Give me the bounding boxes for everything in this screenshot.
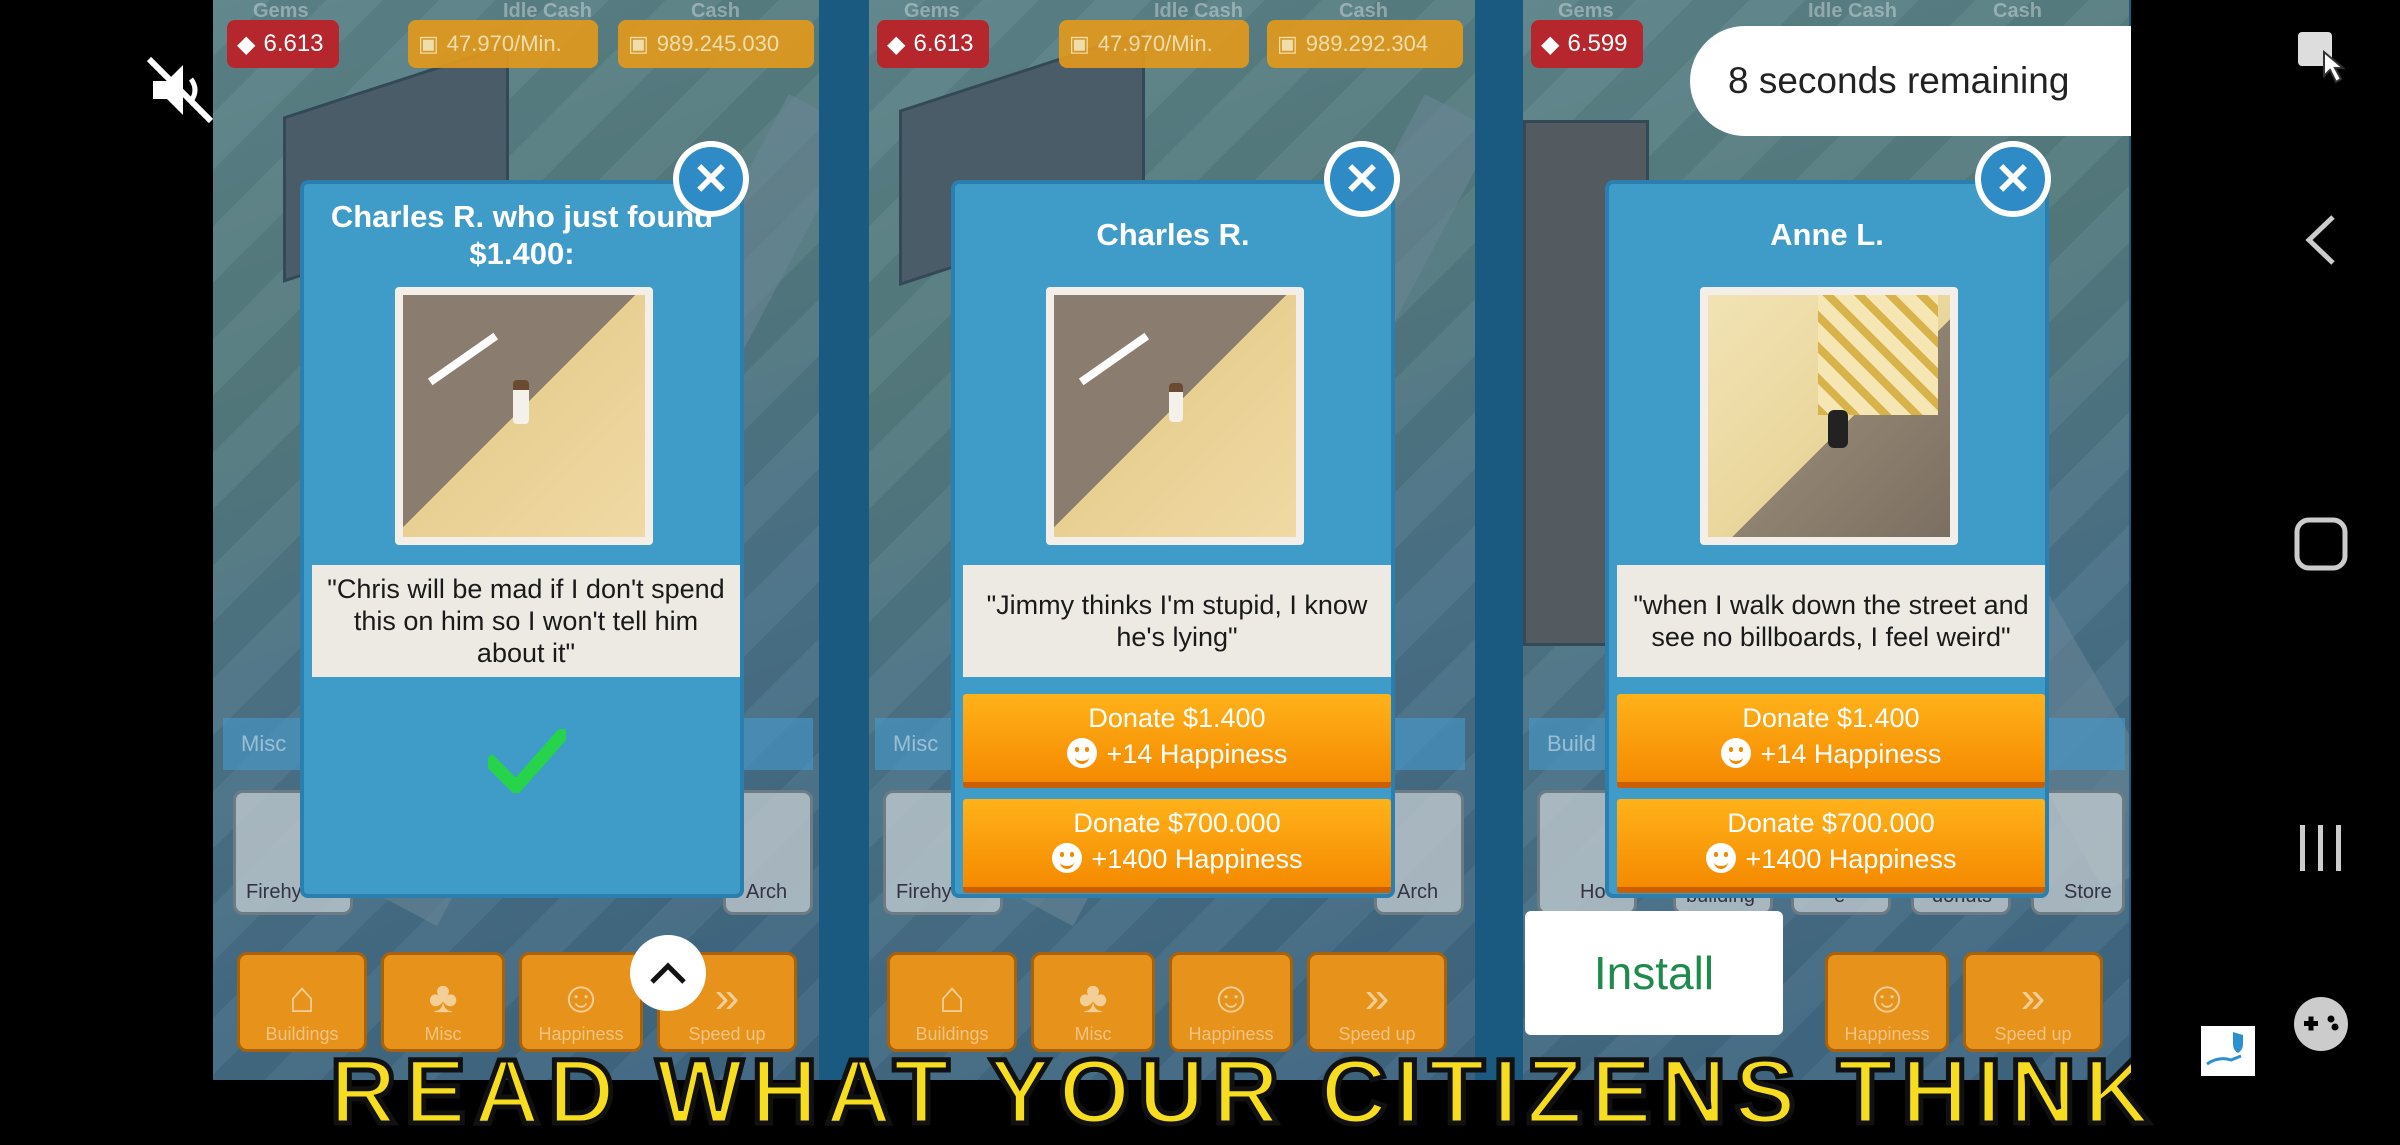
citizen-dialog: Anne L. "when I walk down the street and… [1605,180,2049,898]
citizen-quote: "Chris will be mad if I don't spend this… [312,565,740,677]
panel-divider [819,0,869,1080]
ad-headline: READ WHAT YOUR CITIZENS THINK [328,1039,2159,1145]
system-nav-rail [2131,0,2400,1080]
nav-happiness[interactable]: ☺ Happiness [1825,952,1949,1052]
dialog-title: Charles R. [1096,217,1250,252]
nav-misc[interactable]: ♣ Misc [1031,952,1155,1052]
muted-speaker-icon[interactable] [145,55,215,125]
nav-speed-up[interactable]: » Speed up [1963,952,2103,1052]
citizen-quote: "Jimmy thinks I'm stupid, I know he's ly… [963,565,1391,677]
dialog-title: Anne L. [1770,217,1884,252]
smiley-icon: ☺ [558,973,604,1022]
house-icon: ⌂ [288,973,316,1022]
gem-icon: ◆ [887,30,906,58]
countdown-text: 8 seconds remaining [1728,60,2070,101]
back-icon[interactable] [2291,210,2351,270]
close-x-icon: ✕ [1330,147,1394,211]
tree-icon: ♣ [428,973,458,1022]
idle-cash-label: Idle Cash [1808,0,1897,22]
smiley-icon [1720,738,1751,768]
dialog-title: Charles R. who just found $1.400: [330,199,714,271]
panel-divider [1475,0,1523,1080]
smiley-icon [1705,843,1736,873]
nav-happiness[interactable]: ☺ Happiness [519,952,643,1052]
fast-forward-icon: » [714,973,740,1022]
close-x-icon: ✕ [679,147,743,211]
smiley-icon: ☺ [1208,973,1254,1022]
expand-button[interactable] [630,935,706,1011]
tree-icon: ♣ [1078,973,1108,1022]
gem-icon: ◆ [1541,30,1560,58]
gems-counter: ◆ 6.613 [227,20,339,68]
game-panel-2: Gems Idle Cash Cash ◆ 6.613 ▣ 47.970/Min. … [869,0,1475,1080]
nav-speed-up[interactable]: » Speed up [1307,952,1447,1052]
idle-cash-counter: ▣ 47.970/Min. [1059,20,1249,68]
fast-forward-icon: » [2020,973,2046,1022]
citizen-dialog: Charles R. "Jimmy thinks I'm stupid, I k… [951,180,1395,898]
install-button[interactable]: Install [1525,911,1783,1035]
citizen-photo [395,287,653,545]
checkmark-icon [482,725,572,798]
recents-icon[interactable] [2291,818,2351,878]
nav-misc[interactable]: ♣ Misc [381,952,505,1052]
donate-small-button[interactable]: Donate $1.400 +14 Happiness [963,694,1391,788]
house-icon: ⌂ [938,973,966,1022]
close-x-icon: ✕ [1981,147,2045,211]
citizen-dialog: Charles R. who just found $1.400: "Chris… [300,180,744,898]
fast-forward-icon: » [1364,973,1390,1022]
cash-counter: ▣ 989.292.304 [1267,20,1463,68]
cash-icon: ▣ [1069,31,1090,56]
protection-icon [2201,1026,2255,1076]
donate-small-button[interactable]: Donate $1.400 +14 Happiness [1617,694,2045,788]
chevron-up-icon [650,962,686,984]
smiley-icon [1066,738,1097,768]
nav-buildings[interactable]: ⌂ Buildings [887,952,1017,1052]
cash-label: Cash [1993,0,2042,22]
game-controller-icon[interactable] [2289,992,2353,1056]
game-panel-1: Gems Idle Cash Cash ◆ 6.613 ▣ 47.970/Min. … [213,0,819,1080]
cash-icon: ▣ [628,31,649,56]
gem-icon: ◆ [237,30,256,58]
ad-video: Gems Idle Cash Cash ◆ 6.613 ▣ 47.970/Min. … [213,0,2131,1080]
citizen-quote: "when I walk down the street and see no … [1617,565,2045,677]
nav-happiness[interactable]: ☺ Happiness [1169,952,1293,1052]
cash-icon: ▣ [1277,31,1298,56]
cash-counter: ▣ 989.245.030 [618,20,814,68]
gems-counter: ◆ 6.599 [1531,20,1643,68]
left-letterbox [0,0,213,1080]
citizen-photo [1700,287,1958,545]
gems-counter: ◆ 6.613 [877,20,989,68]
citizen-photo [1046,287,1304,545]
idle-cash-counter: ▣ 47.970/Min. [408,20,598,68]
screenshot-pointer-icon[interactable] [2291,26,2351,86]
home-icon[interactable] [2291,514,2351,574]
cash-icon: ▣ [418,31,439,56]
donate-large-button[interactable]: Donate $700.000 +1400 Happiness [1617,799,2045,893]
smiley-icon [1051,843,1082,873]
dialog-close-button[interactable]: ✕ [1324,141,1400,217]
donate-large-button[interactable]: Donate $700.000 +1400 Happiness [963,799,1391,893]
dialog-close-button[interactable]: ✕ [1975,141,2051,217]
nav-buildings[interactable]: ⌂ Buildings [237,952,367,1052]
smiley-icon: ☺ [1864,973,1910,1022]
dialog-close-button[interactable]: ✕ [673,141,749,217]
